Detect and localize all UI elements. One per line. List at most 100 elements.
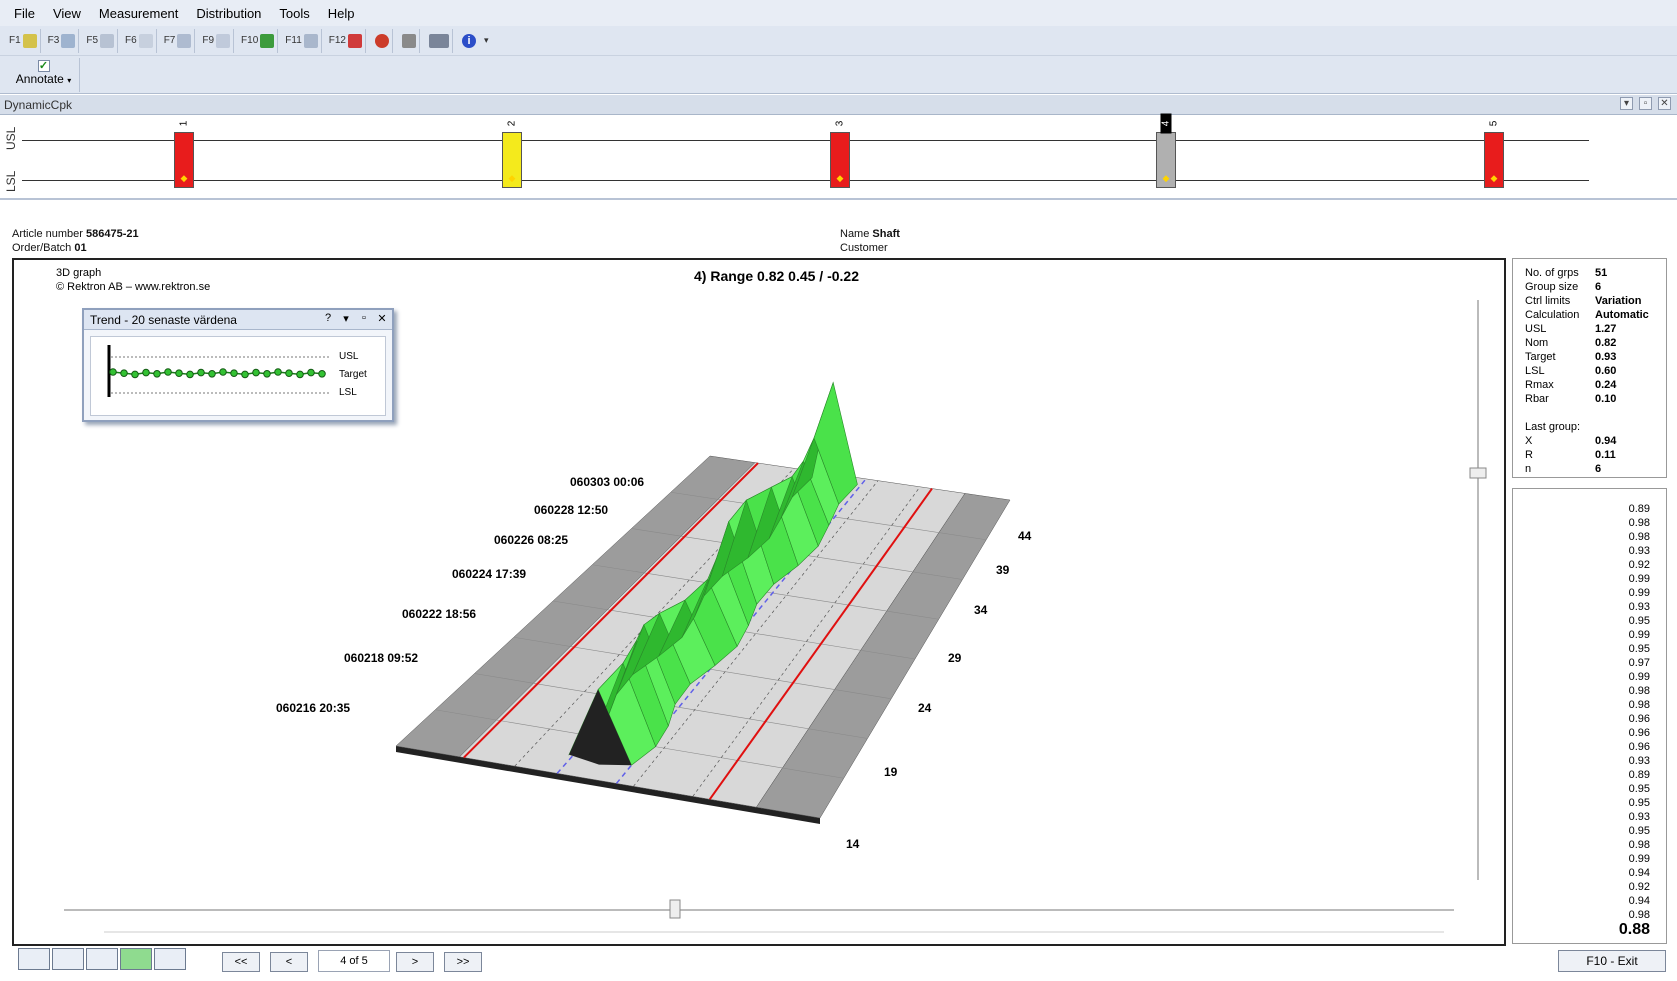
- trend-point: [153, 370, 161, 378]
- values-panel: 0.89 0.98 0.98 0.93 0.92 0.99 0.99 0.93 0.95 0.99…: [1512, 488, 1667, 944]
- date-label: 060228 12:50: [534, 503, 608, 517]
- trend-point: [186, 370, 194, 379]
- print-button[interactable]: [397, 28, 420, 53]
- value-item: 0.93: [1628, 545, 1650, 557]
- trend-point: [142, 368, 150, 377]
- cpk-bar-5[interactable]: ◆: [1484, 132, 1504, 188]
- f9-button[interactable]: F9: [199, 28, 235, 53]
- f5-button[interactable]: F5: [83, 28, 119, 53]
- lsl-label: LSL: [4, 170, 18, 192]
- page-indicator: 4 of 5: [318, 950, 390, 972]
- menu-view[interactable]: View: [53, 6, 81, 21]
- first-page-button[interactable]: <<: [222, 952, 260, 972]
- next-page-button[interactable]: >: [396, 952, 434, 972]
- value-item: 0.98: [1628, 517, 1650, 529]
- stat-row: Target 0.93: [1525, 351, 1665, 363]
- value-item: 0.92: [1628, 881, 1650, 893]
- date-label: 060303 00:06: [570, 475, 644, 489]
- menu-measurement[interactable]: Measurement: [99, 6, 178, 21]
- tab-histogram-view[interactable]: [86, 948, 118, 970]
- value-item: 0.96: [1628, 727, 1650, 739]
- menu-file[interactable]: File: [14, 6, 35, 21]
- trend-point: [274, 368, 282, 376]
- exit-button[interactable]: F10 - Exit: [1558, 950, 1666, 972]
- annotate-button[interactable]: ✓ Annotate ▾: [8, 58, 80, 92]
- horizontal-slider-thumb[interactable]: [669, 899, 681, 919]
- f11-label: F11: [285, 35, 302, 46]
- stat-value: 0.60: [1595, 365, 1617, 377]
- tab-line-view[interactable]: [52, 948, 84, 970]
- cpk-bar-1[interactable]: ◆: [174, 132, 194, 188]
- f3-button[interactable]: F3: [45, 28, 80, 53]
- record-icon: [348, 33, 362, 48]
- value-item: 0.95: [1628, 825, 1650, 837]
- last-page-button[interactable]: >>: [444, 952, 482, 972]
- trend-window[interactable]: Trend - 20 senaste värdena ? ▾ ▫ ✕ USL Ta…: [82, 308, 394, 422]
- f1-button[interactable]: F1: [6, 28, 41, 53]
- trend-title-bar[interactable]: Trend - 20 senaste värdena ? ▾ ▫ ✕: [84, 310, 392, 330]
- vertical-slider-thumb[interactable]: [1469, 467, 1487, 479]
- menu-tools[interactable]: Tools: [279, 6, 309, 21]
- f10-button[interactable]: F10: [238, 28, 279, 53]
- close-icon[interactable]: ✕: [1658, 97, 1671, 110]
- stat-row: Rbar 0.10: [1525, 393, 1665, 405]
- trend-point: [175, 369, 183, 378]
- stat-value: 51: [1595, 267, 1608, 279]
- cpk-bar-3[interactable]: ◆: [830, 132, 850, 188]
- trend-chart: USL Target LSL: [90, 336, 386, 416]
- chevron-down-icon[interactable]: ▾: [484, 35, 489, 46]
- help-icon: [22, 33, 37, 48]
- stat-key: Target: [1525, 351, 1556, 363]
- value-item: 0.93: [1628, 755, 1650, 767]
- f12-button[interactable]: F12: [326, 28, 366, 53]
- flame-icon: [375, 33, 389, 48]
- stat-key: R: [1525, 449, 1533, 461]
- cpk-bar-number: 2: [506, 120, 518, 127]
- value-item: 0.95: [1628, 783, 1650, 795]
- chevron-down-icon: ▾: [67, 76, 72, 85]
- value-item: 0.96: [1628, 741, 1650, 753]
- cpk-marker-icon: ◆: [508, 173, 516, 183]
- stat-value: 6: [1595, 463, 1602, 475]
- f11-button[interactable]: F11: [282, 28, 322, 53]
- menu-distribution[interactable]: Distribution: [196, 6, 261, 21]
- f9-label: F9: [202, 35, 215, 46]
- pin-icon[interactable]: ▫: [1639, 97, 1652, 110]
- value-item: 0.98: [1628, 531, 1650, 543]
- last-group-row: X 0.94: [1525, 435, 1665, 447]
- f6-button[interactable]: F6: [122, 28, 157, 53]
- value-item: 0.97: [1628, 657, 1650, 669]
- f7-button[interactable]: F7: [161, 28, 196, 53]
- trend-point: [296, 370, 304, 379]
- flame-button[interactable]: [370, 28, 393, 53]
- window-icon: [303, 33, 318, 48]
- dropdown-icon[interactable]: ▾: [340, 312, 352, 326]
- trend-point: [285, 369, 293, 378]
- pin-icon[interactable]: ▫: [358, 312, 370, 326]
- menu-help[interactable]: Help: [328, 6, 355, 21]
- stat-value: 0.93: [1595, 351, 1617, 363]
- exit-icon: [260, 33, 275, 48]
- stat-value: Variation: [1595, 295, 1642, 307]
- printer-group-button[interactable]: [424, 28, 453, 53]
- prev-page-button[interactable]: <: [270, 952, 308, 972]
- tab-list-view[interactable]: [18, 948, 50, 970]
- cpk-bar-2[interactable]: ◆: [502, 132, 522, 188]
- trend-point: [318, 370, 326, 378]
- close-icon[interactable]: ✕: [376, 312, 388, 326]
- help-icon[interactable]: ?: [322, 312, 334, 326]
- tab-3d-view[interactable]: [120, 948, 152, 970]
- cpk-marker-icon: ◆: [1162, 173, 1170, 183]
- trend-svg: USL Target LSL: [107, 345, 367, 398]
- value-item: 0.95: [1628, 643, 1650, 655]
- tab-export-view[interactable]: [154, 948, 186, 970]
- cpk-bar-4[interactable]: ◆: [1156, 132, 1176, 188]
- value-item: 0.94: [1628, 895, 1650, 907]
- tick-label: 24: [918, 701, 932, 715]
- info-button[interactable]: i ▾: [457, 29, 492, 53]
- dropdown-icon[interactable]: ▾: [1620, 97, 1633, 110]
- usl-line: [22, 140, 1589, 141]
- stat-row: Rmax 0.24: [1525, 379, 1665, 391]
- stat-row: Ctrl limits Variation: [1525, 295, 1665, 307]
- trend-point: [164, 368, 172, 376]
